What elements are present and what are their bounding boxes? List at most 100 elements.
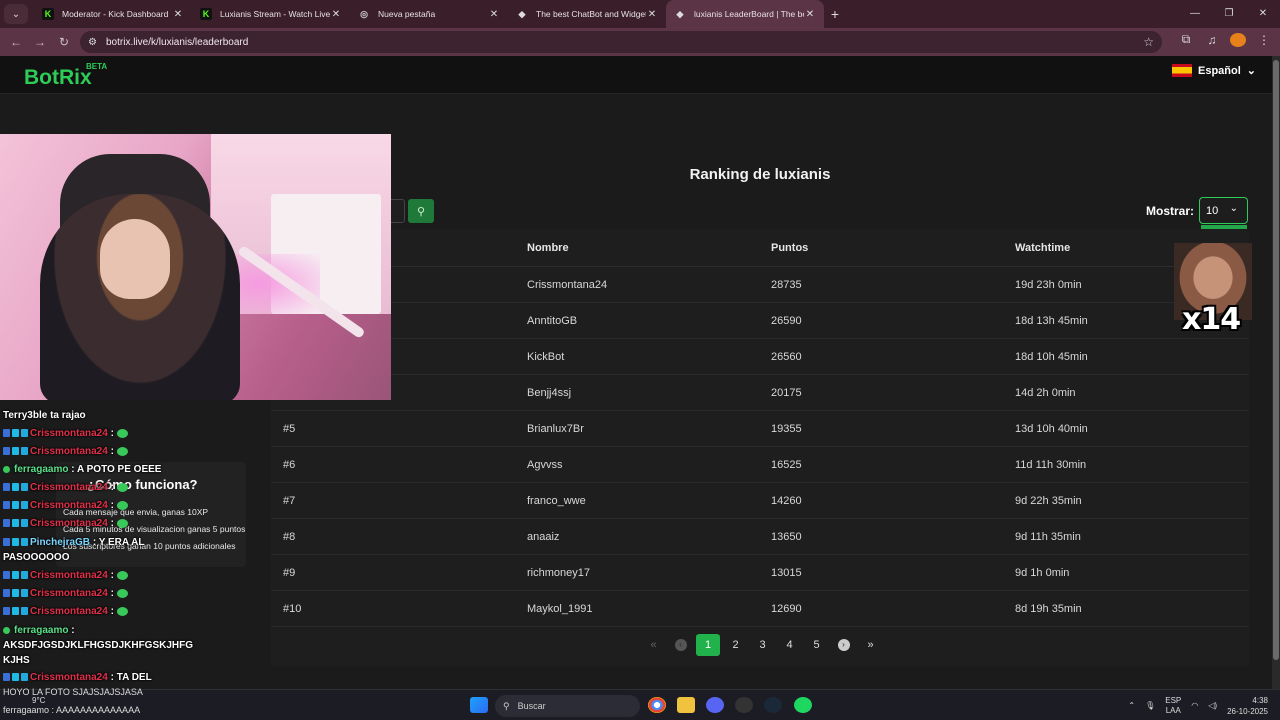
tabs-container: K Moderator - Kick Dashboard ✕ K Luxianis St… (34, 0, 824, 28)
chat-message: Crissmontana24 : (3, 482, 128, 493)
chat-badge-icon (12, 429, 19, 438)
page-number-button[interactable]: 2 (722, 634, 749, 656)
page-number-button[interactable]: 1 (696, 634, 720, 656)
tray-chevron-icon[interactable]: ⌃ (1128, 701, 1135, 710)
weather-widget[interactable]: 9°C (32, 696, 45, 705)
lang-bottom: LAA (1165, 705, 1181, 715)
browser-tab[interactable]: K Moderator - Kick Dashboard ✕ (34, 0, 192, 28)
scrollbar-thumb[interactable] (1273, 60, 1279, 660)
back-icon[interactable]: ← (4, 35, 28, 49)
new-tab-button[interactable]: + (824, 6, 846, 22)
menu-icon[interactable]: ⋮ (1256, 33, 1272, 47)
column-header-watchtime[interactable]: Watchtime (1015, 242, 1070, 254)
address-bar[interactable]: ⚙ botrix.live/k/luxianis/leaderboard ☆ (80, 31, 1162, 53)
extensions-icon[interactable]: ⧉ (1178, 32, 1194, 47)
volume-icon[interactable]: ◁) (1208, 701, 1217, 710)
browser-tab[interactable]: ◎ Nueva pestaña ✕ (350, 0, 508, 28)
chat-badge-icon (12, 519, 19, 528)
page-size-select[interactable]: 10 ⌄ (1199, 197, 1248, 224)
chat-username: Crissmontana24 (30, 500, 108, 511)
close-tab-icon[interactable]: ✕ (488, 9, 500, 20)
chat-text: ta rajao (50, 410, 86, 421)
first-page-button[interactable]: « (640, 634, 667, 656)
steam-icon[interactable] (764, 697, 782, 713)
chat-badge-icon (21, 483, 28, 492)
watchtime-cell: 18d 10h 45min (1015, 351, 1088, 363)
restore-icon[interactable]: ❐ (1212, 0, 1246, 28)
close-tab-icon[interactable]: ✕ (330, 9, 342, 20)
chevron-down-icon: ⌄ (1246, 65, 1256, 77)
column-header-name[interactable]: Nombre (527, 242, 569, 254)
close-window-icon[interactable]: ✕ (1246, 0, 1280, 28)
chrome-icon[interactable] (648, 697, 666, 713)
page-number-button[interactable]: 4 (776, 634, 803, 656)
tab-title: Nueva pestaña (378, 9, 436, 19)
close-tab-icon[interactable]: ✕ (804, 9, 816, 20)
name-cell: Brianlux7Br (527, 423, 584, 435)
prev-page-button[interactable]: ‹ (667, 634, 694, 656)
close-tab-icon[interactable]: ✕ (172, 9, 184, 20)
next-page-button[interactable]: › (830, 634, 857, 656)
page-scrollbar[interactable] (1272, 56, 1280, 689)
minimize-icon[interactable]: — (1178, 0, 1212, 28)
prev-icon: ‹ (674, 639, 687, 652)
file-explorer-icon[interactable] (677, 697, 695, 713)
bookmark-star-icon[interactable]: ☆ (1143, 35, 1154, 49)
chat-text: : (110, 570, 114, 581)
chat-username: Crissmontana24 (30, 672, 108, 683)
chat-badge-icon (3, 626, 10, 634)
microphone-icon[interactable]: 🎙 (1145, 701, 1155, 710)
name-cell: Crissmontana24 (527, 279, 608, 291)
obs-icon[interactable] (735, 697, 753, 713)
wifi-icon[interactable]: ◠ (1191, 701, 1198, 710)
spotify-icon[interactable] (794, 697, 812, 713)
last-page-button[interactable]: » (857, 634, 884, 656)
language-selector[interactable]: Español ⌄ (1171, 64, 1256, 77)
rank-cell: #9 (283, 567, 296, 579)
reload-icon[interactable]: ↻ (52, 35, 76, 49)
taskbar-search[interactable]: ⚲ Buscar (495, 695, 640, 717)
chat-emote-icon (116, 446, 128, 456)
chevron-down-icon: ⌄ (1229, 203, 1238, 214)
botrix-logo[interactable]: BotRix (24, 66, 92, 90)
watchtime-cell: 9d 11h 35min (1015, 531, 1081, 543)
chat-username: Crissmontana24 (30, 606, 108, 617)
table-row: #6 Agvvss 16525 11d 11h 30min (271, 447, 1249, 483)
page-number-button[interactable]: 3 (749, 634, 776, 656)
chat-text: : TA DEL (110, 672, 152, 683)
watchtime-cell: 19d 23h 0min (1015, 279, 1082, 291)
webcam-overlay (0, 134, 391, 400)
search-icon: ⚲ (416, 205, 426, 218)
chat-badge-icon (12, 483, 19, 492)
meme-multiplier: x14 (1182, 302, 1241, 337)
page-number-button[interactable]: 5 (803, 634, 830, 656)
table-header: Nombre Puntos Watchtime (271, 229, 1249, 267)
chat-badge-icon (12, 607, 19, 616)
browser-tab[interactable]: ◆ luxianis LeaderBoard | The best ✕ (666, 0, 824, 28)
chat-badge-icon (3, 673, 10, 682)
chat-message: ferragaamo : A POTO PE OEEE (3, 464, 161, 475)
close-tab-icon[interactable]: ✕ (646, 9, 658, 20)
site-header: BotRix BETA Español ⌄ (0, 56, 1272, 94)
start-icon[interactable] (470, 697, 488, 713)
search-button[interactable]: ⚲ (408, 199, 434, 223)
points-cell: 26560 (771, 351, 802, 363)
column-header-points[interactable]: Puntos (771, 242, 808, 254)
discord-icon[interactable] (706, 697, 724, 713)
chat-badge-icon (3, 501, 10, 510)
browser-tab[interactable]: K Luxianis Stream - Watch Live on ✕ (192, 0, 350, 28)
clock[interactable]: 4:38 26-10-2025 (1227, 695, 1268, 717)
chat-username: ferragaamo (14, 464, 69, 475)
media-icon[interactable]: ♫ (1204, 33, 1220, 47)
site-info-icon[interactable]: ⚙ (88, 37, 100, 48)
browser-tab[interactable]: ◆ The best ChatBot and Widgets ✕ (508, 0, 666, 28)
chat-message: Crissmontana24 : (3, 428, 128, 439)
botrix-icon: ◆ (676, 8, 684, 19)
input-language[interactable]: ESP LAA (1165, 696, 1181, 716)
window-controls: — ❐ ✕ (1178, 0, 1280, 28)
table-row: #9 richmoney17 13015 9d 1h 0min (271, 555, 1249, 591)
tab-search-button[interactable]: ⌄ (4, 4, 28, 24)
profile-avatar[interactable] (1230, 32, 1246, 47)
chat-username: PinchejraGB (30, 537, 91, 548)
forward-icon[interactable]: → (28, 35, 52, 49)
